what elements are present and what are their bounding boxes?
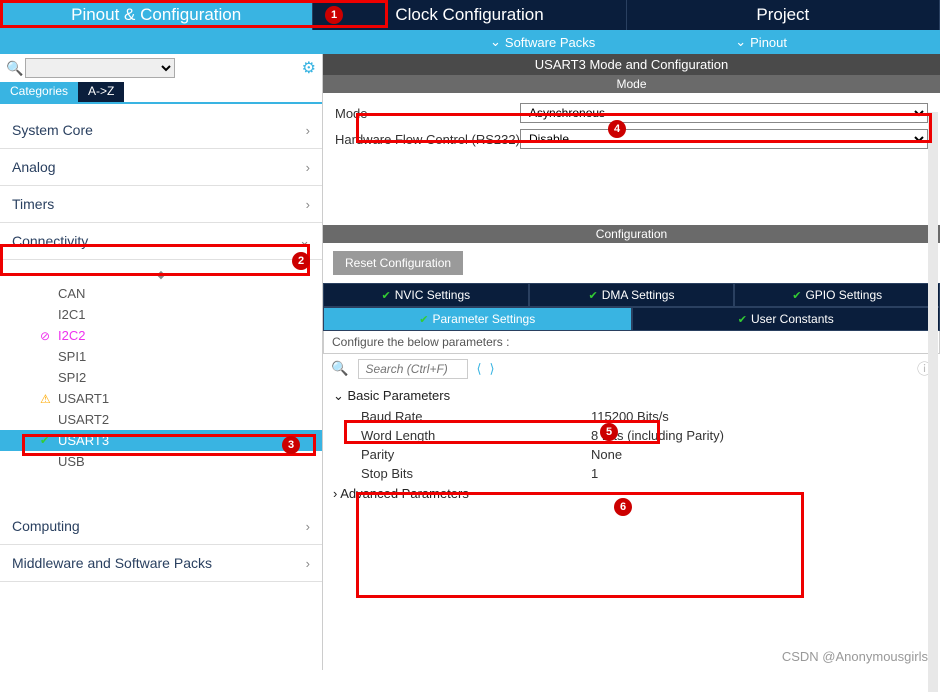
tab-nvic-settings[interactable]: ✔NVIC Settings xyxy=(323,283,529,307)
check-icon: ✔ xyxy=(738,313,747,326)
next-button[interactable]: ⟩ xyxy=(490,361,495,377)
dropdown-software-packs[interactable]: ⌄Software Packs xyxy=(490,34,595,50)
group-timers[interactable]: Timers› xyxy=(0,186,322,223)
param-search-input[interactable] xyxy=(358,359,468,379)
tab-gpio-settings[interactable]: ✔GPIO Settings xyxy=(734,283,940,307)
chevron-right-icon: › xyxy=(306,123,310,138)
flow-control-select[interactable]: Disable xyxy=(520,129,928,149)
peripheral-search-combo[interactable] xyxy=(25,58,175,78)
item-can[interactable]: CAN xyxy=(0,283,322,304)
chevron-down-icon: ⌄ xyxy=(490,34,501,50)
group-computing[interactable]: Computing› xyxy=(0,508,322,545)
watermark: CSDN @Anonymousgirls xyxy=(782,649,928,664)
prev-button[interactable]: ⟨ xyxy=(476,361,481,377)
sort-icon[interactable]: ◆ xyxy=(0,266,322,283)
group-middleware[interactable]: Middleware and Software Packs› xyxy=(0,545,322,582)
warning-icon: ⚠ xyxy=(40,392,54,406)
item-spi1[interactable]: SPI1 xyxy=(0,346,322,367)
chevron-right-icon: › xyxy=(306,197,310,212)
chevron-right-icon: › xyxy=(306,519,310,534)
item-i2c2[interactable]: ⊘I2C2 xyxy=(0,325,322,346)
mode-label: Mode xyxy=(335,106,520,121)
param-baud-rate[interactable]: Baud Rate115200 Bits/s xyxy=(333,407,930,426)
chevron-right-icon: › xyxy=(306,160,310,175)
dropdown-pinout[interactable]: ⌄Pinout xyxy=(735,34,787,50)
tab-categories[interactable]: Categories xyxy=(0,82,78,102)
param-instruction: Configure the below parameters : xyxy=(323,331,940,354)
check-icon: ✔ xyxy=(40,434,54,447)
tab-dma-settings[interactable]: ✔DMA Settings xyxy=(529,283,735,307)
panel-title: USART3 Mode and Configuration xyxy=(323,54,940,75)
check-icon: ✔ xyxy=(419,313,428,326)
peripheral-tree: System Core› Analog› Timers› Connectivit… xyxy=(0,104,322,670)
tab-a-to-z[interactable]: A->Z xyxy=(78,82,124,102)
tab-user-constants[interactable]: ✔User Constants xyxy=(632,307,940,331)
check-icon: ✔ xyxy=(589,289,598,302)
flow-control-label: Hardware Flow Control (RS232) xyxy=(335,132,520,147)
param-parity[interactable]: ParityNone xyxy=(333,445,930,464)
item-usb[interactable]: USB xyxy=(0,451,322,472)
mode-select[interactable]: Asynchronous xyxy=(520,103,928,123)
gear-icon[interactable]: ⚙ xyxy=(302,58,316,78)
group-advanced-parameters[interactable]: › Advanced Parameters xyxy=(333,483,930,504)
group-analog[interactable]: Analog› xyxy=(0,149,322,186)
group-system-core[interactable]: System Core› xyxy=(0,112,322,149)
item-usart2[interactable]: USART2 xyxy=(0,409,322,430)
reset-configuration-button[interactable]: Reset Configuration xyxy=(333,251,463,275)
chevron-down-icon: ⌄ xyxy=(299,233,310,249)
param-word-length[interactable]: Word Length8 Bits (including Parity) xyxy=(333,426,930,445)
group-basic-parameters[interactable]: ⌄ Basic Parameters xyxy=(333,385,930,407)
forbidden-icon: ⊘ xyxy=(40,329,54,343)
tab-clock-config[interactable]: Clock Configuration xyxy=(313,0,626,30)
search-icon: 🔍 xyxy=(331,360,348,377)
search-icon: 🔍 xyxy=(6,60,23,77)
scrollbar[interactable] xyxy=(928,112,938,692)
top-tabs: Pinout & Configuration Clock Configurati… xyxy=(0,0,940,30)
tab-pinout-config[interactable]: Pinout & Configuration xyxy=(0,0,313,30)
item-i2c1[interactable]: I2C1 xyxy=(0,304,322,325)
config-section-title: Configuration xyxy=(323,225,940,243)
sub-bar: ⌄Software Packs ⌄Pinout xyxy=(0,30,940,54)
group-connectivity[interactable]: Connectivity⌄ xyxy=(0,223,322,260)
item-spi2[interactable]: SPI2 xyxy=(0,367,322,388)
chevron-down-icon: ⌄ xyxy=(735,34,746,50)
mode-section-title: Mode xyxy=(323,75,940,93)
chevron-right-icon: › xyxy=(306,556,310,571)
item-usart3[interactable]: ✔USART3 xyxy=(0,430,322,451)
item-usart1[interactable]: ⚠USART1 xyxy=(0,388,322,409)
check-icon: ✔ xyxy=(792,289,801,302)
right-panel: USART3 Mode and Configuration Mode Mode … xyxy=(323,54,940,670)
tab-parameter-settings[interactable]: ✔Parameter Settings xyxy=(323,307,632,331)
check-icon: ✔ xyxy=(382,289,391,302)
left-panel: 🔍 ⚙ Categories A->Z System Core› Analog›… xyxy=(0,54,323,670)
tab-project[interactable]: Project xyxy=(627,0,940,30)
param-stop-bits[interactable]: Stop Bits1 xyxy=(333,464,930,483)
